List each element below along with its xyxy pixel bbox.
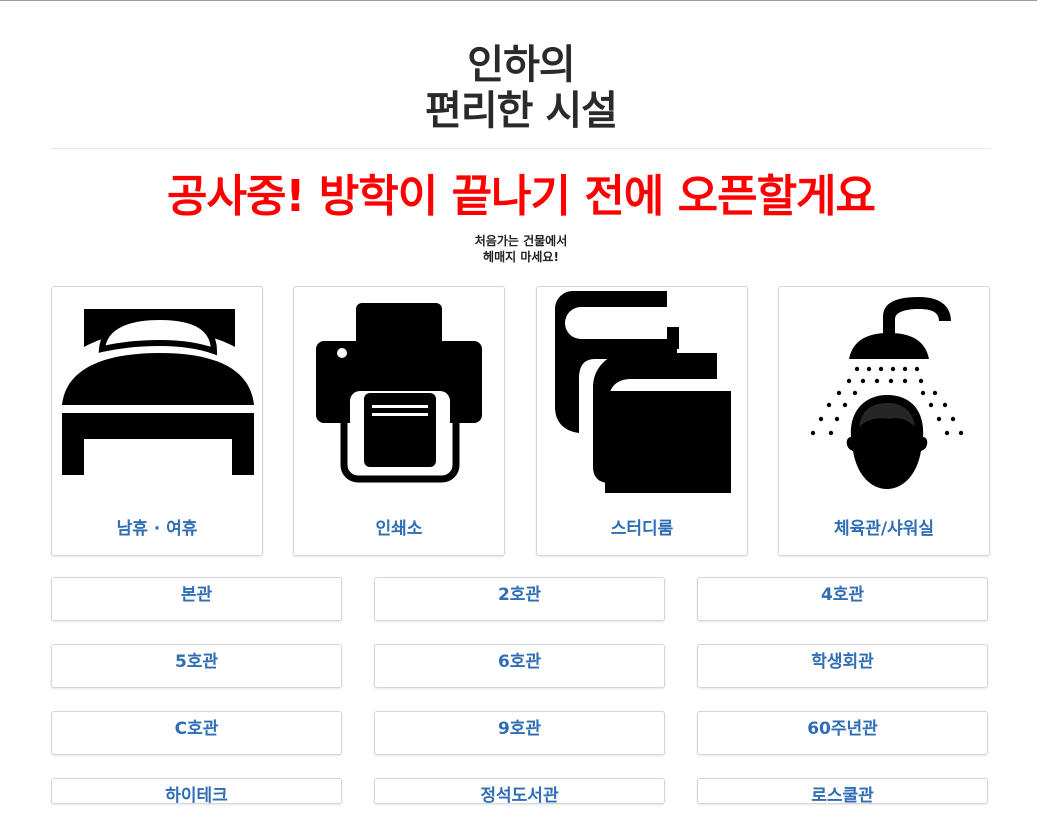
building-button[interactable]: 정석도서관 xyxy=(374,778,665,806)
building-button[interactable]: 60주년관 xyxy=(697,711,988,755)
facility-label: 체육관/샤워실 xyxy=(833,519,935,539)
shower-icon xyxy=(810,297,964,489)
facility-card-study-room[interactable]: 스터디룸 xyxy=(536,286,748,556)
building-button[interactable]: 로스쿨관 xyxy=(697,778,988,806)
facility-card-print-shop[interactable]: 인쇄소 xyxy=(293,286,505,556)
facility-label: 인쇄소 xyxy=(375,519,423,539)
page-title-line1: 인하의 xyxy=(467,42,575,88)
building-button[interactable]: 9호관 xyxy=(374,711,665,755)
building-button[interactable]: 2호관 xyxy=(374,577,665,621)
page-header: 인하의 편리한 시설 공사중! 방학이 끝나기 전에 오픈할게요 처음가는 건물… xyxy=(51,0,991,265)
building-button[interactable]: 학생회관 xyxy=(697,644,988,688)
building-button[interactable]: 4호관 xyxy=(697,577,988,621)
building-button[interactable]: 6호관 xyxy=(374,644,665,688)
page-title-line2: 편리한 시설 xyxy=(425,88,618,134)
bed-icon xyxy=(62,309,254,475)
building-button[interactable]: 5호관 xyxy=(51,644,342,688)
building-button[interactable]: 본관 xyxy=(51,577,342,621)
subnote: 처음가는 건물에서 헤매지 마세요! xyxy=(51,233,991,265)
subnote-line1: 처음가는 건물에서 xyxy=(474,234,568,248)
subnote-line2: 헤매지 마세요! xyxy=(483,250,559,264)
building-button[interactable]: 하이테크 xyxy=(51,778,342,806)
construction-notice: 공사중! 방학이 끝나기 전에 오픈할게요 xyxy=(166,171,876,222)
facility-cards: 남휴 · 여휴 인쇄소 스터디룸 체육관/샤워실 xyxy=(51,286,991,556)
facility-label: 스터디룸 xyxy=(610,519,674,539)
header-divider xyxy=(51,148,991,149)
facility-card-rest-area[interactable]: 남휴 · 여휴 xyxy=(51,286,263,556)
printer-icon xyxy=(316,303,482,483)
books-icon xyxy=(555,291,731,493)
page-title: 인하의 편리한 시설 xyxy=(51,0,991,134)
facility-label: 남휴 · 여휴 xyxy=(116,519,198,539)
facility-card-gym-shower[interactable]: 체육관/샤워실 xyxy=(778,286,990,556)
building-button[interactable]: C호관 xyxy=(51,711,342,755)
